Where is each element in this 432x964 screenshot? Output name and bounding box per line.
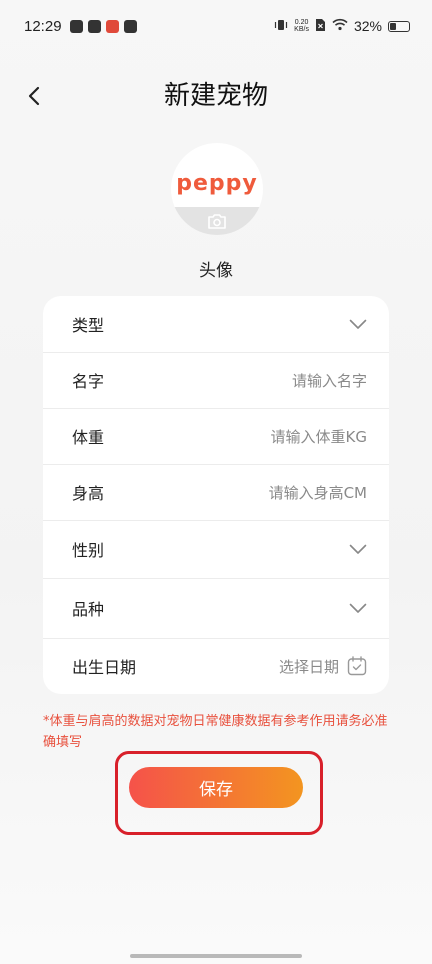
- app-icon: [87, 19, 101, 33]
- height-label: 身高: [72, 484, 105, 503]
- notification-icon: [105, 19, 119, 33]
- height-placeholder: 请输入身高CM: [268, 483, 367, 502]
- name-placeholder: 请输入名字: [291, 371, 367, 390]
- net-speed-value: 0.20: [294, 19, 309, 26]
- header: 新建宠物: [0, 76, 432, 116]
- vibrate-icon: [274, 18, 288, 35]
- weight-placeholder: 请输入体重KG: [270, 427, 367, 446]
- name-label: 名字: [72, 372, 105, 391]
- chevron-down-icon: [349, 603, 367, 613]
- weight-label: 体重: [72, 428, 105, 447]
- birthdate-picker[interactable]: 出生日期 选择日期: [43, 638, 389, 694]
- status-bar: 12:29 0.20 KB/s 32%: [0, 0, 432, 52]
- camera-icon: [208, 213, 226, 229]
- name-field[interactable]: 名字 请输入名字: [43, 352, 389, 408]
- mail-icon: [69, 19, 83, 33]
- chevron-down-icon: [349, 544, 367, 554]
- breed-select[interactable]: 品种: [43, 578, 389, 638]
- type-label: 类型: [72, 316, 105, 335]
- avatar-camera-bar: [171, 207, 263, 235]
- birthdate-placeholder: 选择日期: [278, 657, 339, 676]
- network-speed: 0.20 KB/s: [294, 19, 309, 33]
- battery-icon: [388, 20, 410, 32]
- avatar-upload[interactable]: peppy: [171, 143, 263, 235]
- page-title: 新建宠物: [163, 81, 268, 111]
- wifi-icon: [332, 18, 348, 34]
- status-time: 12:29: [24, 17, 62, 35]
- gender-select[interactable]: 性别: [43, 520, 389, 578]
- peppy-logo: peppy: [176, 171, 258, 196]
- status-right: 0.20 KB/s 32%: [274, 18, 410, 35]
- calendar-icon: [347, 656, 367, 676]
- birthdate-label: 出生日期: [72, 658, 137, 677]
- home-indicator[interactable]: [130, 954, 302, 958]
- tiktok-icon: [123, 19, 137, 33]
- breed-label: 品种: [72, 600, 105, 619]
- gender-label: 性别: [72, 541, 105, 560]
- avatar-label: 头像: [199, 261, 233, 281]
- net-speed-unit: KB/s: [294, 26, 309, 33]
- no-sim-icon: [315, 18, 326, 35]
- save-button[interactable]: 保存: [129, 767, 303, 808]
- type-select[interactable]: 类型: [43, 296, 389, 352]
- height-field[interactable]: 身高 请输入身高CM: [43, 464, 389, 520]
- battery-percent: 32%: [353, 18, 382, 34]
- chevron-down-icon: [349, 319, 367, 329]
- input-note: *体重与肩高的数据对宠物日常健康数据有参考作用请务必准确填写: [43, 714, 388, 750]
- weight-field[interactable]: 体重 请输入体重KG: [43, 408, 389, 464]
- pet-form: 类型 名字 请输入名字 体重 请输入体重KG 身高 请输入身高CM 性别 品种 …: [43, 296, 389, 694]
